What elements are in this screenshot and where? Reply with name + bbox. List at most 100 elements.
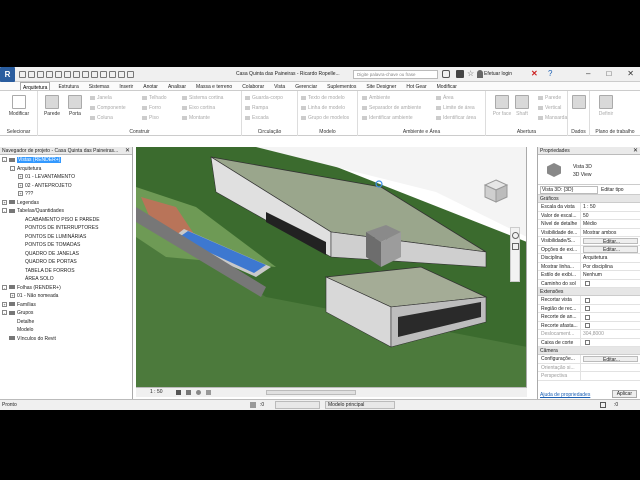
undo-icon[interactable] (46, 70, 53, 78)
mullion-button[interactable]: Montante (182, 115, 210, 121)
expand-icon[interactable]: + (18, 182, 23, 188)
component-button[interactable]: Componente (90, 105, 126, 111)
maximize-button[interactable]: □ (606, 69, 611, 78)
text-icon[interactable] (82, 70, 89, 78)
selector-dropdown[interactable]: Selecionar (0, 129, 37, 135)
worksets-icon[interactable] (250, 402, 256, 408)
login-button[interactable]: Efetuar login (484, 71, 512, 77)
tree-node[interactable]: +02 - ANTEPROJETO (0, 182, 132, 191)
room-separator-button[interactable]: Separador de ambiente (362, 105, 421, 111)
property-value[interactable]: 304,8000 (581, 330, 640, 338)
collapse-icon[interactable]: - (10, 165, 15, 171)
measure-icon[interactable] (73, 70, 80, 78)
3d-view-icon[interactable] (91, 70, 98, 78)
door-button[interactable]: Porta (65, 95, 85, 125)
window-button[interactable]: Janela (90, 95, 112, 101)
tab-site-designer[interactable]: Site Designer (364, 82, 398, 90)
tree-node[interactable]: - Vistas (RENDER+) (0, 156, 132, 165)
expand-icon[interactable]: + (2, 301, 7, 307)
property-checkbox[interactable] (585, 297, 590, 303)
curtain-system-button[interactable]: Sistema cortina (182, 95, 223, 101)
tree-node[interactable]: - Arquitetura (0, 165, 132, 174)
binoculars-icon[interactable] (442, 70, 450, 78)
property-group-header[interactable]: Extensões (538, 288, 640, 296)
area-button[interactable]: Área (436, 95, 454, 101)
tab-colaborar[interactable]: Colaborar (240, 82, 266, 90)
section-icon[interactable] (100, 70, 107, 78)
property-value[interactable] (581, 313, 640, 321)
area-boundary-button[interactable]: Limite de área (436, 105, 475, 111)
tree-node[interactable]: Vínculos do Revit (0, 335, 132, 344)
favorites-icon[interactable]: ☆ (467, 69, 474, 78)
tree-node[interactable]: PONTOS DE INTERRUPTORES (0, 224, 132, 233)
edit-property-button[interactable]: Editar... (583, 246, 638, 253)
tree-node[interactable]: ÁREA SOLO (0, 275, 132, 284)
property-checkbox[interactable] (585, 314, 590, 320)
redo-icon[interactable] (55, 70, 62, 78)
close-button[interactable]: ✕ (627, 69, 634, 78)
tab-gerenciar[interactable]: Gerenciar (293, 82, 319, 90)
expand-icon[interactable]: + (2, 199, 7, 205)
navigation-bar[interactable] (510, 227, 520, 282)
ceiling-button[interactable]: Forro (142, 105, 161, 111)
tree-node[interactable]: + Legendas (0, 199, 132, 208)
close-hidden-icon[interactable] (118, 70, 125, 78)
shaft-button[interactable]: Shaft (512, 95, 532, 125)
steering-wheel-icon[interactable] (511, 232, 519, 239)
dormer-button[interactable]: Mansarda (538, 115, 567, 121)
tree-node[interactable]: +??? (0, 190, 132, 199)
tab-inserir[interactable]: Inserir (117, 82, 135, 90)
tree-node[interactable]: +01 - LEVANTAMENTO (0, 173, 132, 182)
property-value[interactable] (581, 296, 640, 304)
edit-property-button[interactable]: Editar... (583, 237, 638, 244)
wall-button[interactable]: Parede (42, 95, 62, 125)
save-icon[interactable] (28, 70, 35, 78)
property-value[interactable]: Mostrar ambos (581, 229, 640, 237)
property-group-header[interactable]: Gráficos (538, 195, 640, 203)
model-text-button[interactable]: Texto de modelo (301, 95, 345, 101)
tab-hot-gear[interactable]: Hot Gear (404, 82, 428, 90)
detail-level-icon[interactable] (176, 390, 181, 395)
property-value[interactable]: Nenhum (581, 271, 640, 279)
tree-node[interactable]: Modelo (0, 326, 132, 335)
floor-button[interactable]: Piso (142, 115, 159, 121)
property-group-header[interactable]: Câmera (538, 347, 640, 355)
apply-button[interactable]: Aplicar (611, 390, 637, 398)
expand-icon[interactable]: + (18, 174, 23, 180)
subscription-icon[interactable] (456, 70, 464, 78)
tree-node[interactable]: ACABAMENTO PISO E PAREDE (0, 216, 132, 225)
curtain-grid-button[interactable]: Eixo cortina (182, 105, 215, 111)
design-option-dropdown[interactable] (275, 401, 320, 409)
property-value[interactable]: Por disciplina (581, 263, 640, 271)
tree-node[interactable]: TABELA DE FORROS (0, 267, 132, 276)
close-icon[interactable]: ✕ (125, 147, 130, 154)
open-icon[interactable] (19, 70, 26, 78)
tab-estrutura[interactable]: Estrutura (56, 82, 80, 90)
collapse-icon[interactable]: - (2, 310, 7, 316)
tree-node[interactable]: + Famílias (0, 301, 132, 310)
tree-node[interactable]: Detalhe (0, 318, 132, 327)
property-value[interactable] (581, 322, 640, 330)
tab-arquitetura[interactable]: Arquitetura (20, 82, 51, 91)
tag-room-button[interactable]: Identificar ambiente (362, 115, 413, 121)
type-selector[interactable]: Vista 3D 3D View (538, 155, 640, 185)
wall-opening-button[interactable]: Parede (538, 95, 561, 101)
minimize-button[interactable]: – (586, 69, 590, 78)
set-workplane-button[interactable]: Definir (596, 95, 616, 125)
room-button[interactable]: Ambiente (362, 95, 390, 101)
tree-node[interactable]: QUADRO DE JANELAS (0, 250, 132, 259)
model-dropdown[interactable]: Modelo principal (325, 401, 395, 409)
property-checkbox[interactable] (585, 281, 590, 286)
tree-node[interactable]: - Folhas (RENDER+) (0, 284, 132, 293)
railing-button[interactable]: Guarda-corpo (245, 95, 283, 101)
tree-node[interactable]: PONTOS DE TOMADAS (0, 241, 132, 250)
tree-node[interactable]: +01 - Não nomeada (0, 292, 132, 301)
tree-node[interactable]: - Grupos (0, 309, 132, 318)
revit-logo-button[interactable]: R (0, 67, 15, 82)
property-value[interactable]: 50 (581, 212, 640, 220)
property-checkbox[interactable] (585, 306, 590, 311)
model-group-button[interactable]: Grupo de modelos (301, 115, 349, 121)
vertical-opening-button[interactable]: Vertical (538, 105, 561, 111)
viewcube[interactable] (482, 177, 510, 205)
roof-button[interactable]: Telhado (142, 95, 167, 101)
